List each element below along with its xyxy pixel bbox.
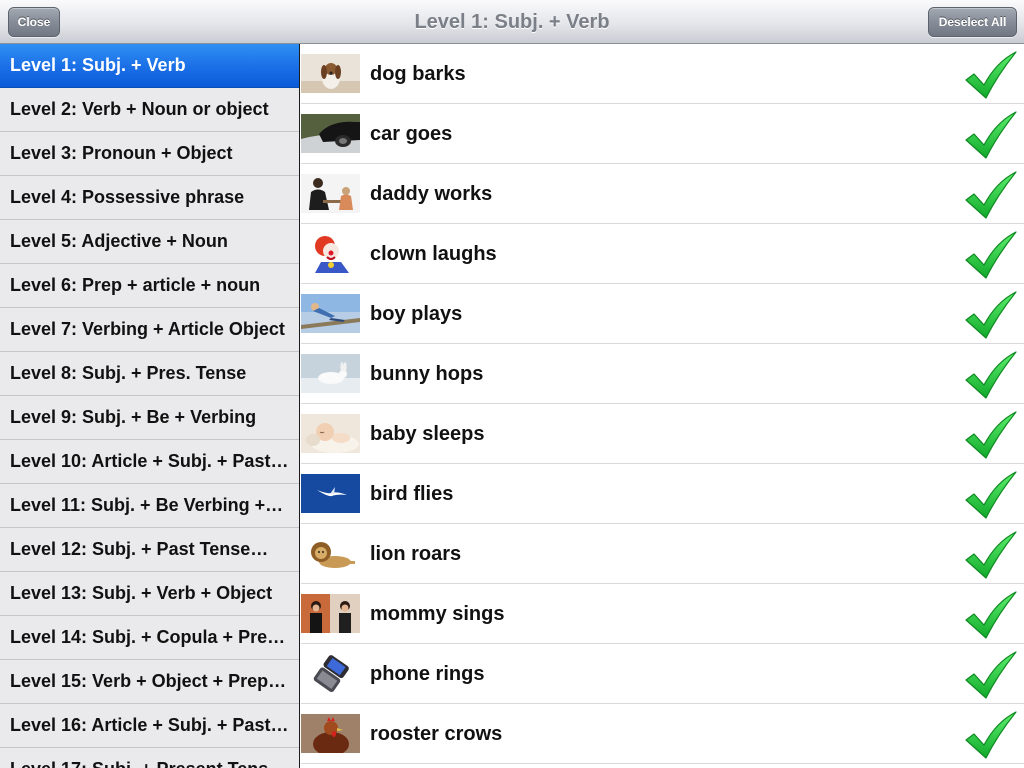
checkmark-icon bbox=[964, 170, 1020, 220]
level-item-3[interactable]: Level 3: Pronoun + Object bbox=[0, 132, 299, 176]
baby-photo bbox=[301, 414, 360, 453]
level-item-label: Level 14: Subj. + Copula + Pre… bbox=[10, 627, 286, 647]
word-label: mommy sings bbox=[370, 603, 505, 625]
page-title: Level 1: Subj. + Verb bbox=[414, 11, 610, 33]
word-row-baby-sleeps[interactable]: baby sleeps bbox=[301, 404, 1024, 464]
word-row-car-goes[interactable]: car goes bbox=[301, 104, 1024, 164]
level-item-label: Level 11: Subj. + Be Verbing +… bbox=[10, 495, 284, 515]
clown-photo bbox=[301, 234, 360, 273]
level-list: Level 1: Subj. + Verb Level 2: Verb + No… bbox=[0, 44, 300, 768]
word-row-daddy-works[interactable]: daddy works bbox=[301, 164, 1024, 224]
level-item-label: Level 7: Verbing + Article Object bbox=[10, 319, 285, 339]
level-item-label: Level 5: Adjective + Noun bbox=[10, 231, 228, 251]
level-item-label: Level 4: Possessive phrase bbox=[10, 187, 245, 207]
level-item-label: Level 13: Subj. + Verb + Object bbox=[10, 583, 273, 603]
word-label: daddy works bbox=[370, 183, 493, 205]
word-label: rooster crows bbox=[370, 723, 503, 745]
checkmark-icon bbox=[964, 50, 1020, 100]
word-label: dog barks bbox=[370, 63, 466, 85]
word-row-rooster-crows[interactable]: rooster crows bbox=[301, 704, 1024, 764]
checkmark-icon bbox=[964, 650, 1020, 700]
level-item-11[interactable]: Level 11: Subj. + Be Verbing +… bbox=[0, 484, 299, 528]
level-item-label: Level 3: Pronoun + Object bbox=[10, 143, 233, 163]
level-item-1[interactable]: Level 1: Subj. + Verb bbox=[0, 44, 299, 88]
level-item-label: Level 6: Prep + article + noun bbox=[10, 275, 261, 295]
level-item-14[interactable]: Level 14: Subj. + Copula + Pre… bbox=[0, 616, 299, 660]
word-row-bunny-hops[interactable]: bunny hops bbox=[301, 344, 1024, 404]
level-item-label: Level 15: Verb + Object + Prep… bbox=[10, 671, 287, 691]
level-item-label: Level 17: Subj. + Present Tens… bbox=[10, 759, 286, 768]
level-item-label: Level 10: Article + Subj. + Past… bbox=[10, 451, 289, 471]
checkmark-icon bbox=[964, 590, 1020, 640]
word-row-bird-flies[interactable]: bird flies bbox=[301, 464, 1024, 524]
checkmark-icon bbox=[964, 710, 1020, 760]
car-photo bbox=[301, 114, 360, 153]
level-item-16[interactable]: Level 16: Article + Subj. + Past… bbox=[0, 704, 299, 748]
rooster-photo bbox=[301, 714, 360, 753]
level-item-2[interactable]: Level 2: Verb + Noun or object bbox=[0, 88, 299, 132]
level-item-13[interactable]: Level 13: Subj. + Verb + Object bbox=[0, 572, 299, 616]
word-label: boy plays bbox=[370, 303, 463, 325]
word-label: phone rings bbox=[370, 663, 485, 685]
daddy-photo bbox=[301, 174, 360, 213]
level-item-12[interactable]: Level 12: Subj. + Past Tense… bbox=[0, 528, 299, 572]
top-toolbar: Close Level 1: Subj. + Verb Deselect All bbox=[0, 0, 1024, 44]
level-item-label: Level 16: Article + Subj. + Past… bbox=[10, 715, 289, 735]
boy-photo bbox=[301, 294, 360, 333]
checkmark-icon bbox=[964, 410, 1020, 460]
checkmark-icon bbox=[964, 350, 1020, 400]
word-label: car goes bbox=[370, 123, 453, 145]
lion-photo bbox=[301, 534, 360, 573]
level-item-10[interactable]: Level 10: Article + Subj. + Past… bbox=[0, 440, 299, 484]
word-row-phone-rings[interactable]: phone rings bbox=[301, 644, 1024, 704]
bird-photo bbox=[301, 474, 360, 513]
checkmark-icon bbox=[964, 530, 1020, 580]
word-row-boy-plays[interactable]: boy plays bbox=[301, 284, 1024, 344]
deselect-all-button[interactable]: Deselect All bbox=[928, 7, 1017, 37]
word-list: dog barks car goes daddy works clown lau… bbox=[301, 44, 1024, 768]
word-row-lion-roars[interactable]: lion roars bbox=[301, 524, 1024, 584]
level-item-9[interactable]: Level 9: Subj. + Be + Verbing bbox=[0, 396, 299, 440]
level-item-label: Level 8: Subj. + Pres. Tense bbox=[10, 363, 247, 383]
level-item-15[interactable]: Level 15: Verb + Object + Prep… bbox=[0, 660, 299, 704]
checkmark-icon bbox=[964, 470, 1020, 520]
level-item-label: Level 1: Subj. + Verb bbox=[10, 55, 186, 75]
word-label: baby sleeps bbox=[370, 423, 485, 445]
word-label: bird flies bbox=[370, 483, 454, 505]
phone-photo bbox=[301, 654, 360, 693]
close-button[interactable]: Close bbox=[8, 7, 60, 37]
word-label: clown laughs bbox=[370, 243, 497, 265]
word-row-dog-barks[interactable]: dog barks bbox=[301, 44, 1024, 104]
level-item-6[interactable]: Level 6: Prep + article + noun bbox=[0, 264, 299, 308]
level-item-17[interactable]: Level 17: Subj. + Present Tens… bbox=[0, 748, 299, 768]
word-label: lion roars bbox=[370, 543, 462, 565]
level-item-label: Level 9: Subj. + Be + Verbing bbox=[10, 407, 257, 427]
checkmark-icon bbox=[964, 110, 1020, 160]
level-item-label: Level 12: Subj. + Past Tense… bbox=[10, 539, 269, 559]
level-item-8[interactable]: Level 8: Subj. + Pres. Tense bbox=[0, 352, 299, 396]
bunny-photo bbox=[301, 354, 360, 393]
level-item-4[interactable]: Level 4: Possessive phrase bbox=[0, 176, 299, 220]
word-row-clown-laughs[interactable]: clown laughs bbox=[301, 224, 1024, 284]
checkmark-icon bbox=[964, 290, 1020, 340]
level-item-label: Level 2: Verb + Noun or object bbox=[10, 99, 269, 119]
word-row-mommy-sings[interactable]: mommy sings bbox=[301, 584, 1024, 644]
mommy-photo bbox=[301, 594, 360, 633]
level-item-5[interactable]: Level 5: Adjective + Noun bbox=[0, 220, 299, 264]
checkmark-icon bbox=[964, 230, 1020, 280]
word-label: bunny hops bbox=[370, 363, 484, 385]
level-item-7[interactable]: Level 7: Verbing + Article Object bbox=[0, 308, 299, 352]
dog-photo bbox=[301, 54, 360, 93]
